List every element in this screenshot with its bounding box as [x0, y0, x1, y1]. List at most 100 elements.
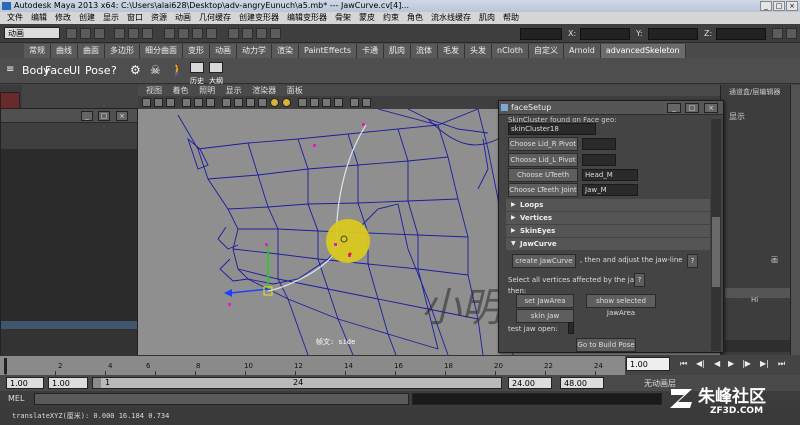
outliner-maximize-icon[interactable]: □ [98, 111, 110, 121]
shelf-tab-animation[interactable]: 动画 [210, 44, 237, 58]
shelf-ui-button[interactable]: UI [69, 64, 80, 78]
shelf-tab-rendering[interactable]: 渲染 [272, 44, 299, 58]
menu-window[interactable]: 窗口 [123, 12, 147, 24]
grid-icon[interactable] [182, 98, 191, 107]
shelf-tab-polygons[interactable]: 多边形 [105, 44, 140, 58]
outliner-close-icon[interactable]: × [116, 111, 128, 121]
menu-edit-deformers[interactable]: 编辑变形器 [283, 12, 331, 24]
shelf-tab-subdivs[interactable]: 细分曲面 [140, 44, 183, 58]
history-shelf-icon[interactable] [190, 62, 204, 73]
play-forward-icon[interactable]: ▶ [728, 359, 734, 368]
shelf-skull-icon[interactable]: ☠ [150, 63, 161, 77]
smooth-shade-icon[interactable] [234, 98, 243, 107]
select-object-icon[interactable] [128, 28, 139, 39]
shelf-tab-muscle[interactable]: 肌肉 [384, 44, 411, 58]
current-time-field[interactable]: 1.00 [626, 357, 670, 371]
shelf-tab-hair[interactable]: 头发 [465, 44, 492, 58]
shelf-tab-fluids[interactable]: 流体 [411, 44, 438, 58]
menu-create-deformers[interactable]: 创建变形器 [235, 12, 283, 24]
maximize-icon[interactable]: □ [773, 1, 785, 11]
menu-pipeline-cache[interactable]: 流水线缓存 [427, 12, 475, 24]
menu-set-dropdown[interactable]: 动画 [4, 27, 60, 39]
shelf-tab-general[interactable]: 常规 [24, 44, 51, 58]
shelf-tab-fur[interactable]: 毛发 [438, 44, 465, 58]
go-to-end-icon[interactable]: ⏭ [778, 359, 785, 369]
skincluster-field[interactable]: skinCluster18 [508, 123, 596, 135]
mel-label[interactable]: MEL [8, 394, 24, 403]
section-skineyes[interactable]: ▶ SkinEyes [506, 225, 710, 237]
y-field[interactable] [648, 28, 698, 40]
shelf-gear-icon[interactable]: ⚙ [130, 63, 141, 77]
layer-tab-label[interactable]: 画 [771, 255, 778, 265]
render-settings-icon[interactable] [270, 28, 281, 39]
skin-jaw-button[interactable]: skin Jaw [516, 309, 574, 323]
attribute-side-tabs[interactable] [790, 85, 800, 355]
viewport-menu-panels[interactable]: 面板 [287, 86, 303, 95]
choose-lid-r-button[interactable]: Choose Lid_R Pivot [508, 137, 578, 151]
step-forward-icon[interactable]: |▶ [742, 359, 751, 368]
shelf-tab-advancedskeleton[interactable]: advancedSkeleton [600, 44, 686, 58]
xray-joints-icon[interactable] [322, 98, 331, 107]
outliner-list[interactable] [1, 149, 137, 324]
shelf-tab-dynamics[interactable]: 动力学 [237, 44, 272, 58]
range-start-handle[interactable] [93, 378, 101, 388]
step-back-icon[interactable]: ◀| [696, 359, 705, 368]
shelf-face-button[interactable]: Face [45, 64, 70, 78]
menu-skin[interactable]: 蒙皮 [355, 12, 379, 24]
x-field[interactable] [580, 28, 630, 40]
jaw-open-slider-field[interactable] [568, 322, 574, 334]
snap-grid-icon[interactable] [164, 28, 175, 39]
open-scene-icon[interactable] [80, 28, 91, 39]
select-component-icon[interactable] [142, 28, 153, 39]
layer-hi-label[interactable]: Hi [751, 296, 758, 304]
frame-all-icon[interactable] [350, 98, 359, 107]
shelf-walk-icon[interactable]: 🚶 [170, 63, 185, 77]
menu-constrain[interactable]: 约束 [379, 12, 403, 24]
save-scene-icon[interactable] [94, 28, 105, 39]
section-vertices[interactable]: ▶ Vertices [506, 212, 710, 224]
ipr-render-icon[interactable] [256, 28, 267, 39]
animation-end-field[interactable]: 48.00 [560, 377, 604, 389]
playback-start-field[interactable]: 1.00 [48, 377, 88, 389]
animation-start-field[interactable]: 1.00 [6, 377, 44, 389]
camera-icon[interactable] [142, 98, 151, 107]
shelf-tab-surfaces[interactable]: 曲面 [78, 44, 105, 58]
outliner-shelf-icon[interactable] [209, 62, 223, 73]
input-line-field[interactable] [520, 28, 562, 40]
menu-geometry-cache[interactable]: 几何缓存 [195, 12, 235, 24]
menu-skeleton[interactable]: 骨架 [331, 12, 355, 24]
menu-muscle[interactable]: 肌肉 [475, 12, 499, 24]
shelf-tab-painteffects[interactable]: PaintEffects [299, 44, 357, 58]
menu-modify[interactable]: 修改 [51, 12, 75, 24]
menu-edit[interactable]: 编辑 [27, 12, 51, 24]
layer-list[interactable] [725, 340, 795, 352]
select-help-button[interactable]: ? [634, 273, 645, 287]
channel-box-display-menu[interactable]: 显示 [729, 111, 745, 122]
shadows-icon[interactable] [298, 98, 307, 107]
play-backward-icon[interactable]: ◀ [714, 359, 720, 368]
menu-create[interactable]: 创建 [75, 12, 99, 24]
film-gate-icon[interactable] [194, 98, 203, 107]
attribute-editor-icon[interactable] [772, 28, 783, 39]
bookmark-icon[interactable] [166, 98, 175, 107]
choose-lid-l-button[interactable]: Choose Lid_L Pivot [508, 153, 578, 167]
section-loops[interactable]: ▶ Loops [506, 199, 710, 211]
shelf-tab-curves[interactable]: 曲线 [51, 44, 78, 58]
go-to-build-pose-button[interactable]: Go to Build Pose [576, 338, 636, 352]
go-to-start-icon[interactable]: ⏮ [680, 359, 687, 369]
resolution-gate-icon[interactable] [206, 98, 215, 107]
default-light-icon[interactable] [270, 98, 279, 107]
menu-help[interactable]: 帮助 [499, 12, 523, 24]
playback-end-field[interactable]: 24.00 [508, 377, 552, 389]
current-time-marker[interactable] [4, 358, 7, 374]
next-key-icon[interactable]: ▶| [760, 359, 769, 368]
camera-attr-icon[interactable] [154, 98, 163, 107]
lteeth-field[interactable]: Jaw_M [582, 184, 638, 196]
create-jawcurve-button[interactable]: create JawCurve [512, 254, 576, 268]
viewport-menu-lighting[interactable]: 照明 [199, 86, 215, 95]
facesetup-minimize-icon[interactable]: _ [667, 103, 681, 113]
choose-lteeth-button[interactable]: Choose LTeeth Joint [508, 183, 578, 197]
textured-icon[interactable] [258, 98, 267, 107]
outliner-selected-row[interactable] [1, 321, 137, 329]
all-lights-icon[interactable] [282, 98, 291, 107]
